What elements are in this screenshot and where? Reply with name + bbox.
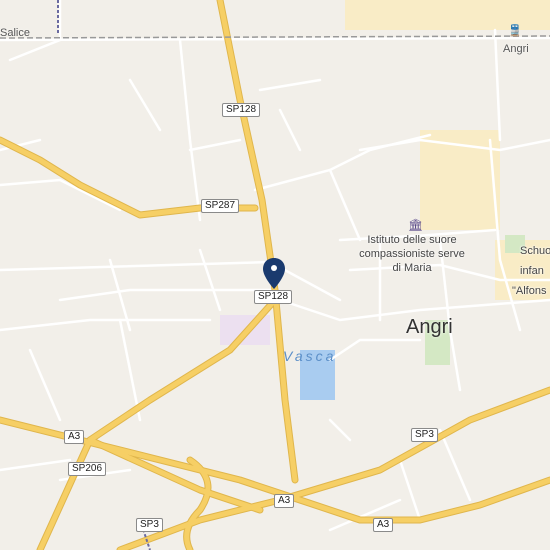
- road-shield-sp206: SP206: [68, 462, 107, 476]
- road-shield-sp3-east: SP3: [411, 428, 438, 442]
- train-icon[interactable]: 🚆: [508, 24, 522, 37]
- place-angri[interactable]: Angri: [406, 316, 453, 339]
- road-shield-sp287: SP287: [201, 199, 240, 213]
- poi-istituto[interactable]: Istituto delle suore compassioniste serv…: [356, 233, 468, 275]
- road-shield-sp128-north: SP128: [222, 103, 261, 117]
- location-pin-icon[interactable]: [262, 258, 286, 290]
- poi-scuola-line3[interactable]: "Alfons: [512, 284, 546, 298]
- poi-scuola-line2[interactable]: infan: [520, 264, 544, 278]
- building-icon[interactable]: 🏛: [408, 218, 423, 232]
- road-shield-sp3-west: SP3: [136, 518, 163, 532]
- road-shield-a3-west: A3: [64, 430, 85, 444]
- map-canvas[interactable]: 🚆 🏛 Salice Angri Angri Vasca Istituto de…: [0, 0, 550, 550]
- poi-scuola-line1[interactable]: Schuo: [520, 244, 550, 258]
- place-vasca: Vasca: [283, 348, 337, 364]
- place-salice: Salice: [0, 27, 30, 39]
- place-angri-station[interactable]: Angri: [503, 43, 529, 55]
- road-shield-a3-mid: A3: [274, 494, 295, 508]
- road-shield-a3-east: A3: [373, 518, 394, 532]
- road-shield-sp128-south: SP128: [254, 290, 293, 304]
